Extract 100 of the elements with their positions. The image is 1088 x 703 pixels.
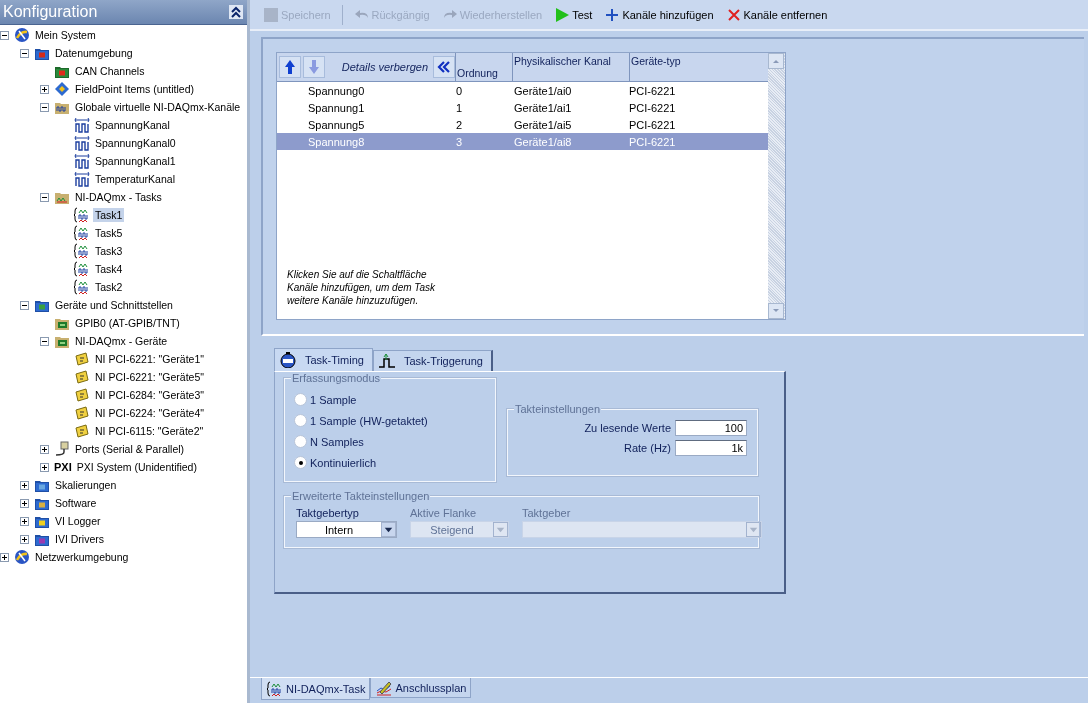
tree-item[interactable]: NI PCI-6221: "Geräte5" <box>93 370 206 384</box>
waveform-icon <box>74 261 90 277</box>
tree-item[interactable]: Ports (Serial & Parallel) <box>73 442 187 456</box>
tree-item[interactable]: NI PCI-6284: "Geräte3" <box>93 388 206 402</box>
radio-button[interactable] <box>294 393 307 406</box>
arrow-up-icon <box>283 59 297 75</box>
group-title: Erfassungsmodus <box>291 372 382 384</box>
collapse-toggle-icon[interactable] <box>0 30 9 40</box>
tree-item[interactable]: SpannungKanal0 <box>93 136 178 150</box>
details-toggle-link[interactable]: Details verbergen <box>341 61 428 73</box>
tab[interactable]: Task-Timing <box>274 348 373 371</box>
tree-item[interactable]: GPIB0 (AT-GPIB/TNT) <box>73 316 182 330</box>
expand-toggle-icon[interactable] <box>20 498 29 508</box>
tree-item[interactable]: Globale virtuelle NI-DAQmx-Kanäle <box>73 100 243 114</box>
tree-item[interactable]: CAN Channels <box>73 64 147 78</box>
tree-item[interactable]: VI Logger <box>53 514 103 528</box>
tree-item[interactable]: Datenumgebung <box>53 46 135 60</box>
expand-toggle-icon[interactable] <box>40 462 49 472</box>
tree-item[interactable]: NI-DAQmx - Geräte <box>73 334 170 348</box>
pulse-wave-icon <box>74 153 90 169</box>
tree-item[interactable]: IVI Drivers <box>53 532 106 546</box>
tab[interactable]: Anschlussplan <box>370 678 472 698</box>
expand-toggle-icon[interactable] <box>0 552 9 562</box>
table-cell: PCI-6221 <box>628 135 676 148</box>
collapse-toggle-icon[interactable] <box>20 48 29 58</box>
toolbar-button[interactable]: Test <box>551 4 596 25</box>
table-cell: PCI-6221 <box>628 118 676 131</box>
tree-item[interactable]: Mein System <box>33 28 98 42</box>
expand-toggle-icon[interactable] <box>20 534 29 544</box>
plus-icon <box>604 6 621 23</box>
table-cell-text: Spannung0 <box>307 84 366 97</box>
circuit-card-icon <box>74 387 90 403</box>
tree-item[interactable]: Netzwerkumgebung <box>33 550 131 564</box>
radio-label: Kontinuierlich <box>310 456 377 469</box>
collapse-icon[interactable] <box>229 5 243 19</box>
column-header[interactable]: Physikalischer Kanal <box>513 53 630 81</box>
x-icon <box>725 6 742 23</box>
tree-item[interactable]: Task2 <box>93 280 125 294</box>
collapse-details-button[interactable] <box>433 56 455 78</box>
tree-item[interactable]: NI-DAQmx - Tasks <box>73 190 164 204</box>
table-cell-text: Geräte1/ai8 <box>513 135 573 148</box>
tree-item[interactable]: PXI System (Unidentified) <box>74 460 199 474</box>
radio-button[interactable] <box>294 456 307 469</box>
collapse-toggle-icon[interactable] <box>40 102 49 112</box>
tree-item[interactable]: TemperaturKanal <box>93 172 177 186</box>
expand-toggle-icon[interactable] <box>20 516 29 526</box>
waveform-icon <box>74 243 90 259</box>
tree-item[interactable]: Skalierungen <box>53 478 119 492</box>
dropdown-label: Aktive Flanke <box>410 507 478 521</box>
collapse-toggle-icon[interactable] <box>40 192 49 202</box>
table-row[interactable]: Spannung0 0 Geräte1/ai0 PCI-6221 <box>277 82 768 99</box>
table-cell-text: 0 <box>455 84 464 97</box>
collapse-toggle-icon[interactable] <box>40 336 49 346</box>
save-icon <box>263 6 279 23</box>
tree-item[interactable]: Geräte und Schnittstellen <box>53 298 175 312</box>
plug-icon <box>54 441 70 457</box>
input-field[interactable]: 1k <box>675 440 747 456</box>
pulse-wave-icon <box>74 117 90 133</box>
play-icon <box>554 6 571 23</box>
tree-item[interactable]: SpannungKanal <box>93 118 172 132</box>
circuit-card-icon <box>74 405 90 421</box>
move-up-button[interactable] <box>279 56 301 78</box>
field-label: Rate (Hz) <box>623 442 671 454</box>
radio-button[interactable] <box>294 414 307 427</box>
toolbar-button[interactable]: Kanäle hinzufügen <box>601 4 717 25</box>
collapse-toggle-icon[interactable] <box>20 300 29 310</box>
dropdown[interactable]: Intern <box>296 521 397 538</box>
expand-toggle-icon[interactable] <box>20 480 29 490</box>
expand-toggle-icon[interactable] <box>40 84 49 94</box>
tree-item[interactable]: NI PCI-6115: "Geräte2" <box>93 424 206 438</box>
radio-label: 1 Sample (HW-getaktet) <box>310 414 428 427</box>
waveform-icon <box>74 279 90 295</box>
tab[interactable]: Task-Triggerung <box>372 350 493 371</box>
pulse-wave-icon <box>74 171 90 187</box>
circuit-card-icon <box>74 423 90 439</box>
tab[interactable]: NI-DAQmx-Task <box>261 678 371 700</box>
tree-item[interactable]: Task4 <box>93 262 125 276</box>
logo-text: PXI <box>54 461 72 473</box>
table-row[interactable]: Spannung5 2 Geräte1/ai5 PCI-6221 <box>277 116 768 133</box>
waveform-icon <box>74 207 90 223</box>
toolbar-button[interactable]: Kanäle entfernen <box>722 4 831 25</box>
hint-text: Klicken Sie auf die Schaltfläche Kanäle hinzufügen, um dem Task weitere Kanäle hinzuzufügen. <box>286 268 437 308</box>
radio-button[interactable] <box>294 435 307 448</box>
tree-item[interactable]: Task1 <box>93 208 125 222</box>
input-field[interactable]: 100 <box>675 420 747 436</box>
tree-item[interactable]: Task3 <box>93 244 125 258</box>
diamond-icon <box>54 81 70 97</box>
tree-item[interactable]: SpannungKanal1 <box>93 154 178 168</box>
tree-item[interactable]: Software <box>53 496 99 510</box>
column-header[interactable]: Ordnung <box>456 53 513 81</box>
table-cell-text: Geräte1/ai5 <box>513 118 573 131</box>
column-header[interactable]: Geräte-typ <box>630 53 768 81</box>
radio-label: 1 Sample <box>310 393 357 406</box>
table-row[interactable]: Spannung1 1 Geräte1/ai1 PCI-6221 <box>277 99 768 116</box>
tree-item[interactable]: NI PCI-6221: "Geräte1" <box>93 352 206 366</box>
tree-item[interactable]: NI PCI-6224: "Geräte4" <box>93 406 206 420</box>
expand-toggle-icon[interactable] <box>40 444 49 454</box>
tree-item[interactable]: Task5 <box>93 226 125 240</box>
globe-icon <box>14 549 30 565</box>
tree-item[interactable]: FieldPoint Items (untitled) <box>73 82 197 96</box>
